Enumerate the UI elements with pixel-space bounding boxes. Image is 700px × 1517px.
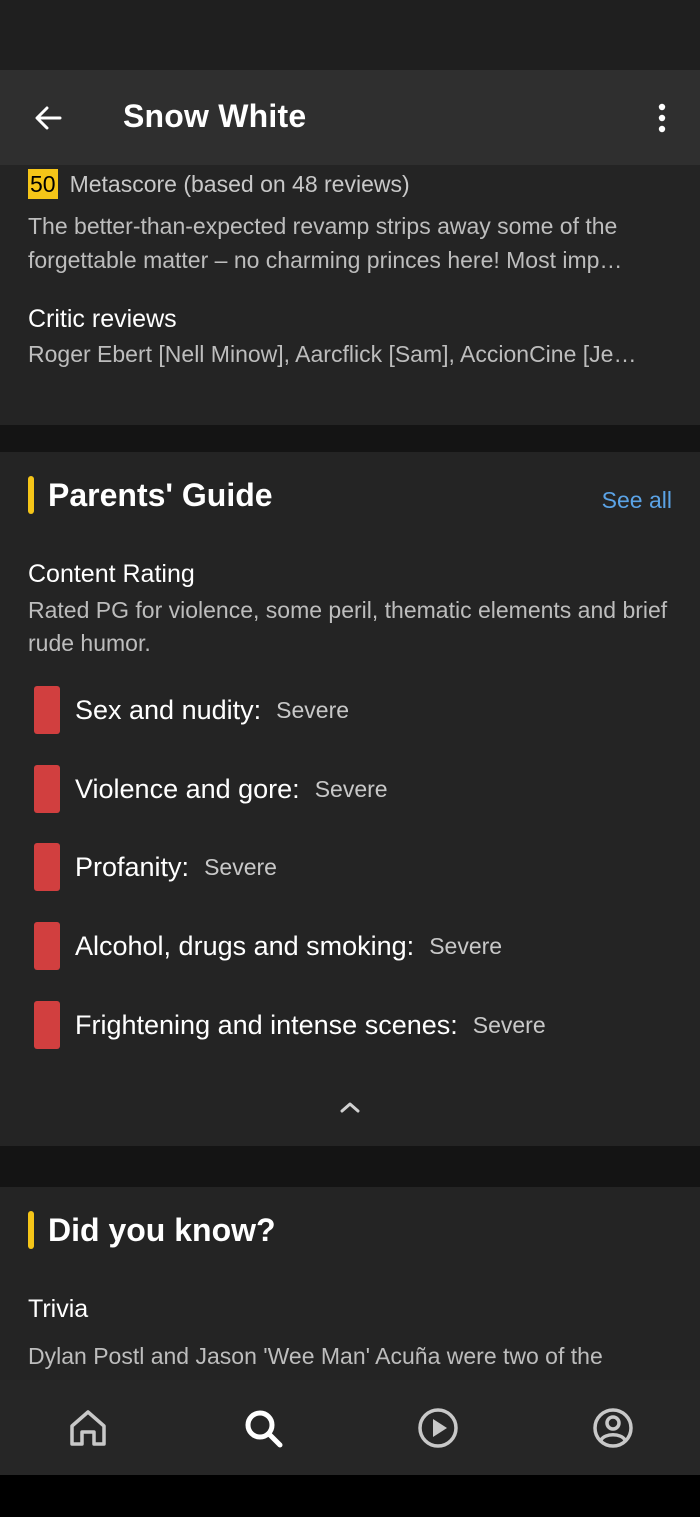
rating-value: Severe: [429, 932, 503, 959]
status-bar: [0, 0, 700, 70]
metascore-label: Metascore (based on 48 reviews): [69, 170, 410, 197]
content-rating-description: Rated PG for violence, some peril, thema…: [28, 597, 668, 656]
back-arrow-icon: [35, 106, 62, 130]
rating-value: Severe: [472, 1011, 546, 1038]
did-you-know-header: Did you know?: [28, 1211, 276, 1249]
rating-label: Alcohol, drugs and smoking:: [75, 930, 415, 961]
page-title: Snow White: [123, 98, 307, 134]
parents-guide-header: Parents' Guide: [28, 476, 273, 514]
app-bar: Snow White: [0, 70, 700, 165]
chevron-up-icon: [340, 1102, 360, 1113]
play-icon: [417, 1407, 458, 1448]
parents-guide-card: Parents' Guide See all Content Rating Ra…: [0, 452, 700, 1146]
section-accent-bar: [28, 476, 34, 514]
metacritic-quote-line1: The better-than-expected revamp strips a…: [28, 213, 618, 239]
parents-guide-title: Parents' Guide: [48, 476, 273, 513]
rating-value: Severe: [276, 696, 350, 723]
nav-profile[interactable]: [569, 1388, 657, 1468]
more-options-button[interactable]: [645, 94, 679, 142]
rating-label: Sex and nudity:: [75, 694, 262, 725]
severity-indicator: [34, 1001, 60, 1049]
did-you-know-card: Did you know? Trivia Dylan Postl and Jas…: [0, 1187, 700, 1380]
rating-value: Severe: [204, 853, 277, 880]
rating-label: Profanity:: [75, 851, 190, 882]
severity-indicator: [34, 922, 60, 970]
metascore-row[interactable]: 50 Metascore (based on 48 reviews): [28, 169, 410, 199]
rating-label: Violence and gore:: [75, 773, 300, 804]
severity-indicator: [34, 843, 60, 891]
rating-label: Frightening and intense scenes:: [75, 1009, 458, 1040]
metacritic-quote-line2: forgettable matter – no charming princes…: [28, 247, 623, 273]
see-all-link[interactable]: See all: [602, 487, 672, 514]
content-rating-title: Content Rating: [28, 560, 195, 588]
content-scroll[interactable]: 50 Metascore (based on 48 reviews) The b…: [0, 165, 700, 1380]
did-you-know-title: Did you know?: [48, 1211, 276, 1248]
rating-row-frightening-scenes[interactable]: Frightening and intense scenes: Severe: [34, 1001, 546, 1049]
nav-home[interactable]: [44, 1388, 132, 1468]
section-accent-bar: [28, 1211, 34, 1249]
profile-icon: [592, 1407, 633, 1448]
severity-indicator: [34, 765, 60, 813]
metacritic-quote[interactable]: The better-than-expected revamp strips a…: [28, 209, 673, 277]
rating-row-sex-nudity[interactable]: Sex and nudity: Severe: [34, 686, 349, 734]
metacritic-card: 50 Metascore (based on 48 reviews) The b…: [0, 165, 700, 425]
rating-value: Severe: [314, 775, 388, 802]
trivia-title[interactable]: Trivia: [28, 1295, 88, 1324]
home-icon: [69, 1409, 106, 1446]
severity-indicator: [34, 686, 60, 734]
metascore-badge: 50: [28, 169, 58, 199]
search-icon: [245, 1410, 282, 1447]
rating-row-violence-gore[interactable]: Violence and gore: Severe: [34, 765, 388, 813]
rating-row-alcohol-drugs[interactable]: Alcohol, drugs and smoking: Severe: [34, 922, 502, 970]
back-button[interactable]: [28, 94, 68, 142]
collapse-button[interactable]: [330, 1092, 370, 1122]
trivia-text[interactable]: Dylan Postl and Jason 'Wee Man' Acuña we…: [28, 1337, 673, 1375]
rating-row-profanity[interactable]: Profanity: Severe: [34, 843, 277, 891]
nav-search[interactable]: [219, 1388, 307, 1468]
critic-reviews-title[interactable]: Critic reviews: [28, 305, 177, 334]
critic-reviews-list[interactable]: Roger Ebert [Nell Minow], Aarcflick [Sam…: [28, 341, 673, 368]
nav-video[interactable]: [394, 1388, 482, 1468]
system-gesture-bar: [0, 1475, 700, 1517]
more-vertical-icon: [658, 103, 666, 133]
bottom-navigation: [0, 1380, 700, 1475]
